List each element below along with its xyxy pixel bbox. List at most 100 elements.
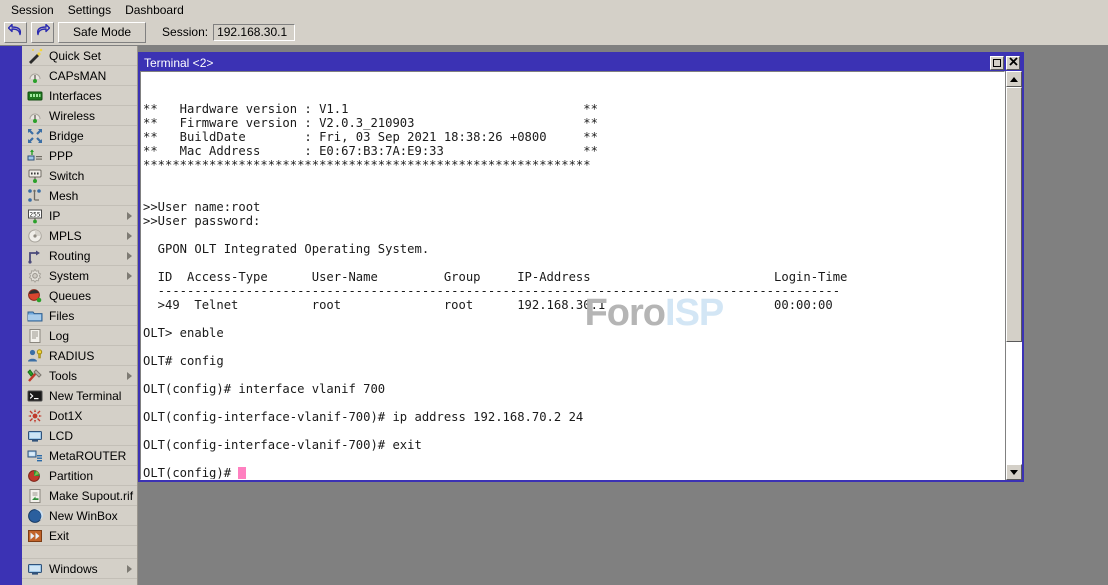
sidebar-item-tools[interactable]: Tools [22, 366, 137, 386]
sidebar-item-label: LCD [49, 429, 73, 443]
sidebar-item-exit[interactable]: Exit [22, 526, 137, 546]
sidebar-item-wireless[interactable]: Wireless [22, 106, 137, 126]
terminal-line: OLT(config-interface-vlanif-700)# exit [143, 438, 1004, 452]
scroll-up-button[interactable] [1006, 71, 1022, 87]
ppp-icon [27, 148, 43, 164]
sidebar-item-bridge[interactable]: Bridge [22, 126, 137, 146]
redo-arrow-icon [35, 24, 50, 40]
sidebar-item-label: Partition [49, 469, 93, 483]
redo-button[interactable] [31, 22, 54, 43]
session-address-field[interactable]: 192.168.30.1 [213, 24, 295, 41]
terminal-line: ** Hardware version : V1.1 ** [143, 102, 1004, 116]
antenna-icon [27, 68, 43, 84]
sidebar-item-metarouter[interactable]: MetaROUTER [22, 446, 137, 466]
terminal-line [143, 256, 1004, 270]
monitor-icon [27, 561, 43, 577]
sidebar-item-switch[interactable]: Switch [22, 166, 137, 186]
sidebar-item-ip[interactable]: 255 IP [22, 206, 137, 226]
routing-icon [27, 248, 43, 264]
maximize-icon [993, 59, 1001, 67]
terminal-line: >>User password: [143, 214, 1004, 228]
terminal-line [143, 186, 1004, 200]
sidebar-item-label: Files [49, 309, 74, 323]
sidebar-item-queues[interactable]: Queues [22, 286, 137, 306]
tools-icon [27, 368, 43, 384]
chevron-right-icon [127, 232, 132, 240]
sidebar-item-capsman[interactable]: CAPsMAN [22, 66, 137, 86]
terminal-line: >49 Telnet root root 192.168.30.1 00:00:… [143, 298, 1004, 312]
sidebar-item-label: Mesh [49, 189, 78, 203]
terminal-line: OLT(config)# interface vlanif 700 [143, 382, 1004, 396]
mpls-icon [27, 228, 43, 244]
sidebar-item-quick-set[interactable]: Quick Set [22, 46, 137, 66]
maximize-button[interactable] [990, 56, 1004, 70]
menu-item-session[interactable]: Session [4, 1, 61, 19]
sidebar-item-label: New WinBox [49, 509, 118, 523]
menu-bar: Session Settings Dashboard [0, 0, 1108, 19]
sidebar-item-routing[interactable]: Routing [22, 246, 137, 266]
ip-255-icon: 255 [27, 208, 43, 224]
sidebar-item-mpls[interactable]: MPLS [22, 226, 137, 246]
sidebar-item-dot1x[interactable]: Dot1X [22, 406, 137, 426]
sidebar-item-radius[interactable]: RADIUS [22, 346, 137, 366]
sidebar-item-ppp[interactable]: PPP [22, 146, 137, 166]
folder-icon [27, 308, 43, 324]
sidebar-item-label: MPLS [49, 229, 82, 243]
terminal-output[interactable]: ** Hardware version : V1.1 **** Firmware… [140, 71, 1005, 480]
sidebar-item-label: Wireless [49, 109, 95, 123]
winbox-app: Session Settings Dashboard Safe Mode Ses… [0, 0, 1108, 585]
sidebar-item-label: Routing [49, 249, 90, 263]
sidebar-item-mesh[interactable]: Mesh [22, 186, 137, 206]
dot1x-icon [27, 408, 43, 424]
terminal-window: Terminal <2> ** Hardware version : V1.1 … [138, 52, 1024, 482]
scroll-down-button[interactable] [1006, 464, 1022, 480]
sidebar-item-log[interactable]: Log [22, 326, 137, 346]
terminal-line [143, 424, 1004, 438]
undo-button[interactable] [4, 22, 27, 43]
antenna-icon [27, 108, 43, 124]
menu-item-dashboard[interactable]: Dashboard [118, 1, 191, 19]
winbox-side-strip: WinBox [0, 46, 22, 585]
toolbar: Safe Mode Session: 192.168.30.1 [0, 19, 1108, 46]
terminal-line [143, 396, 1004, 410]
sidebar-item-partition[interactable]: Partition [22, 466, 137, 486]
sidebar-item-make-supout-rif[interactable]: Make Supout.rif [22, 486, 137, 506]
partition-icon [27, 468, 43, 484]
terminal-cursor [238, 467, 246, 479]
terminal-line: ****************************************… [143, 158, 1004, 172]
sidebar-item-system[interactable]: System [22, 266, 137, 286]
sidebar-item-files[interactable]: Files [22, 306, 137, 326]
sidebar-item-label: System [49, 269, 89, 283]
terminal-line: ** Mac Address : E0:67:B3:7A:E9:33 ** [143, 144, 1004, 158]
log-icon [27, 328, 43, 344]
scrollbar-track[interactable] [1006, 87, 1022, 464]
exit-icon [27, 528, 43, 544]
sidebar-menu: Quick SetCAPsMAN Interfaces Wireless Bridge… [22, 46, 138, 585]
mesh-icon [27, 188, 43, 204]
sidebar-item-label: IP [49, 209, 60, 223]
sidebar-item-new-terminal[interactable]: New Terminal [22, 386, 137, 406]
terminal-line: ID Access-Type User-Name Group IP-Addres… [143, 270, 1004, 284]
terminal-line: ** BuildDate : Fri, 03 Sep 2021 18:38:26… [143, 130, 1004, 144]
sidebar-item-new-winbox[interactable]: New WinBox [22, 506, 137, 526]
menu-item-settings[interactable]: Settings [61, 1, 118, 19]
safe-mode-button[interactable]: Safe Mode [58, 22, 146, 43]
sidebar-item-lcd[interactable]: LCD [22, 426, 137, 446]
queues-icon [27, 288, 43, 304]
sidebar-item-label: Interfaces [49, 89, 102, 103]
scrollbar-thumb[interactable] [1006, 87, 1022, 342]
sidebar-item-label: Windows [49, 562, 98, 576]
close-button[interactable] [1006, 56, 1020, 70]
session-label: Session: [162, 25, 208, 39]
terminal-scrollbar[interactable] [1005, 71, 1022, 480]
terminal-line: OLT(config)# [143, 466, 1004, 480]
terminal-title-bar[interactable]: Terminal <2> [140, 54, 1022, 71]
gear-icon [27, 268, 43, 284]
chevron-right-icon [127, 372, 132, 380]
sidebar-item-label: New Terminal [49, 389, 121, 403]
bridge-icon [27, 128, 43, 144]
svg-text:255: 255 [29, 211, 40, 218]
sidebar-item-interfaces[interactable]: Interfaces [22, 86, 137, 106]
sidebar-item-windows[interactable]: Windows [22, 559, 137, 579]
monitor-icon [27, 428, 43, 444]
